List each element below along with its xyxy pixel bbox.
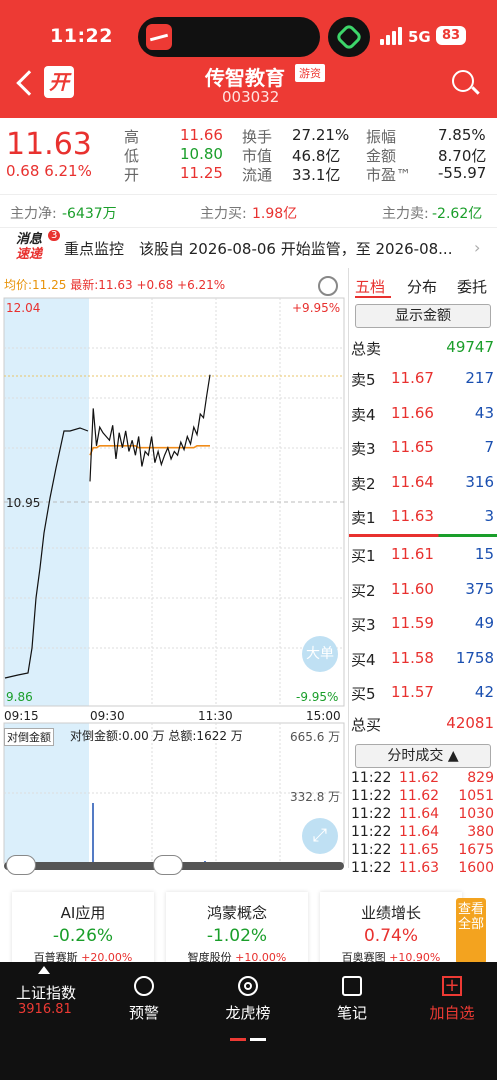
alarm-icon xyxy=(134,976,154,996)
scroll-handle-left[interactable] xyxy=(6,855,36,875)
tab-underline xyxy=(355,296,391,298)
price-line xyxy=(89,374,211,482)
y-top-label: 12.04 xyxy=(6,301,41,315)
dynamic-island xyxy=(138,17,320,57)
time-label: 11:30 xyxy=(198,709,233,723)
tab-distribution[interactable]: 分布 xyxy=(407,276,437,297)
bottom-tabbar: 上证指数 3916.81 预警 龙虎榜 笔记 + 加自选 xyxy=(0,962,497,1080)
y-mid-label: 10.95 xyxy=(6,496,41,510)
stat-label: 市盈™ xyxy=(366,166,412,184)
header: 11:22 5G 83 开 传智教育 游资 003032 xyxy=(0,0,497,118)
stat-label: 金额 xyxy=(366,147,397,165)
price-plot xyxy=(3,297,345,868)
stat-value: 33.1亿 xyxy=(292,166,341,184)
news-text: 重点监控 该股自 2026-08-06 开始监管，至 2026-08... xyxy=(64,240,453,258)
stat-value: 27.21% xyxy=(292,126,350,144)
stat-label: 流通 xyxy=(242,166,273,184)
intraday-chart[interactable]: 均价:11.25 最新:11.63 +0.68 +6.21% 12.04 10.… xyxy=(0,268,348,875)
app-icon xyxy=(146,24,172,50)
stat-value: -55.97 xyxy=(438,164,487,182)
chevron-right-icon: › xyxy=(474,238,481,257)
stat-label: 高 xyxy=(124,128,140,146)
index-value: 3916.81 xyxy=(18,1002,72,1017)
stat-value: 8.70亿 xyxy=(438,147,487,165)
tab-notes[interactable]: 笔记 xyxy=(312,976,392,1023)
tab-dragon-tiger[interactable]: 龙虎榜 xyxy=(208,976,288,1023)
trade-badge[interactable]: 开 xyxy=(44,66,74,98)
stat-value: 11.66 xyxy=(180,126,223,144)
stat-value: 7.85% xyxy=(438,126,486,144)
big-order-button[interactable]: 大单 xyxy=(302,636,338,672)
sell-label: 主力卖: xyxy=(382,206,429,222)
view-all-button[interactable]: 查看全部 xyxy=(456,898,486,964)
sector-card[interactable]: 业绩增长 0.74% 百奥赛图 +10.90% xyxy=(320,892,462,964)
quote-panel: 11.63 0.68 6.21% 高 11.66 换手 27.21% 振幅 7.85% 低 1… xyxy=(0,118,497,192)
tab-level5[interactable]: 五档 xyxy=(355,276,385,297)
tab-add-watchlist[interactable]: + 加自选 xyxy=(412,976,492,1023)
y-bottom-label: 9.86 xyxy=(6,690,33,704)
stat-value: 46.8亿 xyxy=(292,147,341,165)
time-label: 09:15 xyxy=(4,709,39,723)
vol-top-label: 665.6 万 xyxy=(290,730,341,744)
edit-icon xyxy=(342,976,362,996)
sell-value: -2.62亿 xyxy=(432,206,483,222)
link-icon xyxy=(328,17,370,57)
search-icon[interactable] xyxy=(452,70,474,92)
show-amount-button[interactable]: 显示金额 xyxy=(355,304,491,328)
index-name[interactable]: 上证指数 xyxy=(16,982,76,1003)
pct-top-label: +9.95% xyxy=(292,301,341,315)
signal-icon xyxy=(380,27,404,45)
price-change: 0.68 6.21% xyxy=(6,162,92,180)
plus-box-icon: + xyxy=(442,976,462,996)
back-icon[interactable] xyxy=(14,70,40,96)
caret-up-icon xyxy=(38,966,50,974)
stat-label: 换手 xyxy=(242,128,273,146)
time-label: 09:30 xyxy=(90,709,125,723)
volume-info: 对倒金额:0.00 万 总额:1622 万 xyxy=(70,729,243,743)
page-dot-active xyxy=(230,1038,246,1041)
vol-mid-label: 332.8 万 xyxy=(290,790,341,804)
status-time: 11:22 xyxy=(50,25,113,47)
news-count: 3 xyxy=(48,230,61,241)
volume-selector[interactable]: 对倒金额 xyxy=(4,728,54,746)
stat-label: 低 xyxy=(124,147,140,165)
sector-card[interactable]: AI应用 -0.26% 百普赛斯 +20.00% xyxy=(12,892,154,964)
capital-flow: 主力净: -6437万 主力买: 1.98亿 主力卖: -2.62亿 xyxy=(0,194,497,228)
buy-label: 主力买: xyxy=(200,206,247,222)
buy-value: 1.98亿 xyxy=(252,206,298,222)
last-price: 11.63 xyxy=(6,127,92,162)
news-ticker[interactable]: 消息 速递 3 重点监控 该股自 2026-08-06 开始监管，至 2026-0… xyxy=(0,230,497,266)
battery-icon: 83 xyxy=(436,26,466,45)
stat-value: 10.80 xyxy=(180,145,223,163)
spread-bar xyxy=(349,534,497,537)
scroll-handle-right[interactable] xyxy=(153,855,183,875)
expand-icon[interactable]: ⤢ xyxy=(302,818,338,854)
sector-card[interactable]: 鸿蒙概念 -1.02% 智度股份 +10.00% xyxy=(166,892,308,964)
tab-orders[interactable]: 委托 xyxy=(457,276,487,297)
page-dot xyxy=(250,1038,266,1041)
stat-label: 振幅 xyxy=(366,128,397,146)
news-logo: 消息 速递 xyxy=(16,232,43,262)
stock-name: 传智教育 xyxy=(205,66,285,90)
order-book: 五档 分布 委托 显示金额 总卖 49747 卖5 11.67 217 卖4 11.66 4… xyxy=(348,268,497,876)
stock-tag: 游资 xyxy=(295,64,325,82)
time-label: 15:00 xyxy=(306,709,341,723)
sector-cards: AI应用 -0.26% 百普赛斯 +20.00% 鸿蒙概念 -1.02% 智度股份 +10… xyxy=(0,880,497,964)
stat-value: 11.25 xyxy=(180,164,223,182)
stat-label: 市值 xyxy=(242,147,273,165)
tab-alert[interactable]: 预警 xyxy=(104,976,184,1023)
target-icon xyxy=(238,976,258,996)
network-type: 5G xyxy=(408,28,431,46)
ticks-toggle[interactable]: 分时成交 ▲ xyxy=(355,744,491,768)
pct-bottom-label: -9.95% xyxy=(296,690,339,704)
stat-label: 开 xyxy=(124,166,140,184)
stock-code: 003032 xyxy=(222,88,280,106)
net-label: 主力净: xyxy=(10,206,57,222)
net-value: -6437万 xyxy=(62,206,117,222)
